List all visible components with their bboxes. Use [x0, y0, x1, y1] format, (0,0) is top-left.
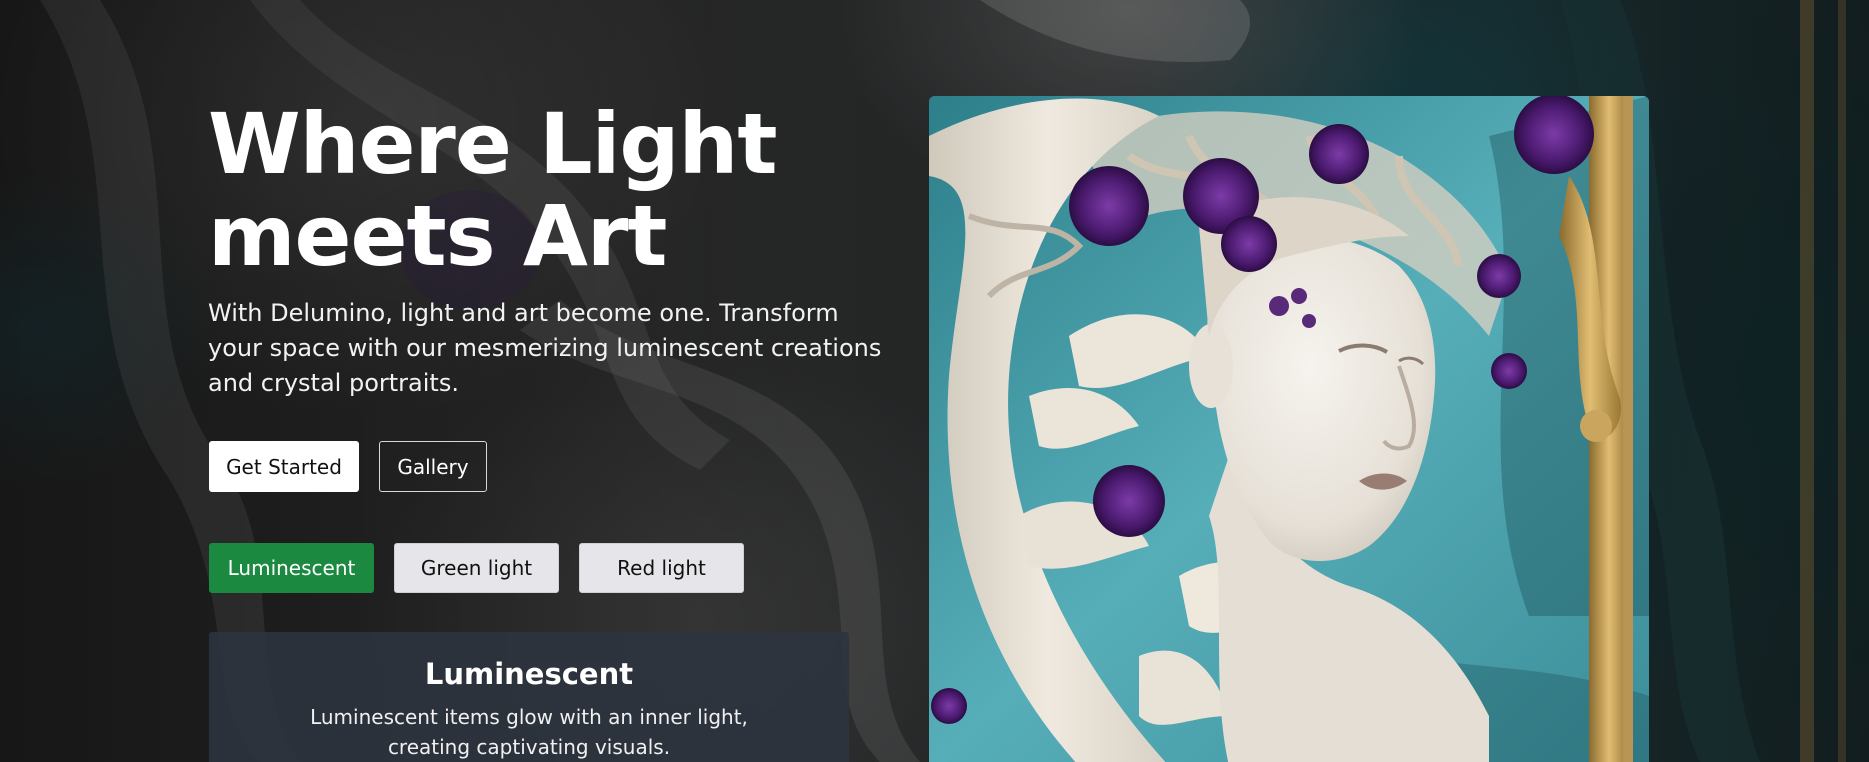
hero-title-line-2: meets Art	[208, 187, 667, 285]
featured-artwork-image	[929, 96, 1649, 762]
hero-description: With Delumino, light and art become one.…	[208, 299, 882, 397]
hero-title-line-1: Where Light	[208, 95, 777, 193]
mode-red-light-button[interactable]: Red light	[579, 543, 744, 593]
gallery-button[interactable]: Gallery	[379, 441, 487, 492]
info-card-title: Luminescent	[424, 657, 634, 691]
mode-info-card: Luminescent Luminescent items glow with …	[209, 632, 849, 762]
get-started-button[interactable]: Get Started	[209, 441, 359, 492]
landing-page: Where Light meets Art With Delumino, lig…	[0, 0, 1869, 762]
mode-luminescent-button[interactable]: Luminescent	[209, 543, 374, 593]
artwork-portrait-illustration	[929, 96, 1649, 762]
info-card-text: Luminescent items glow with an inner lig…	[310, 705, 748, 759]
hero-title: Where Light meets Art	[208, 98, 828, 282]
mode-green-light-button[interactable]: Green light	[394, 543, 559, 593]
